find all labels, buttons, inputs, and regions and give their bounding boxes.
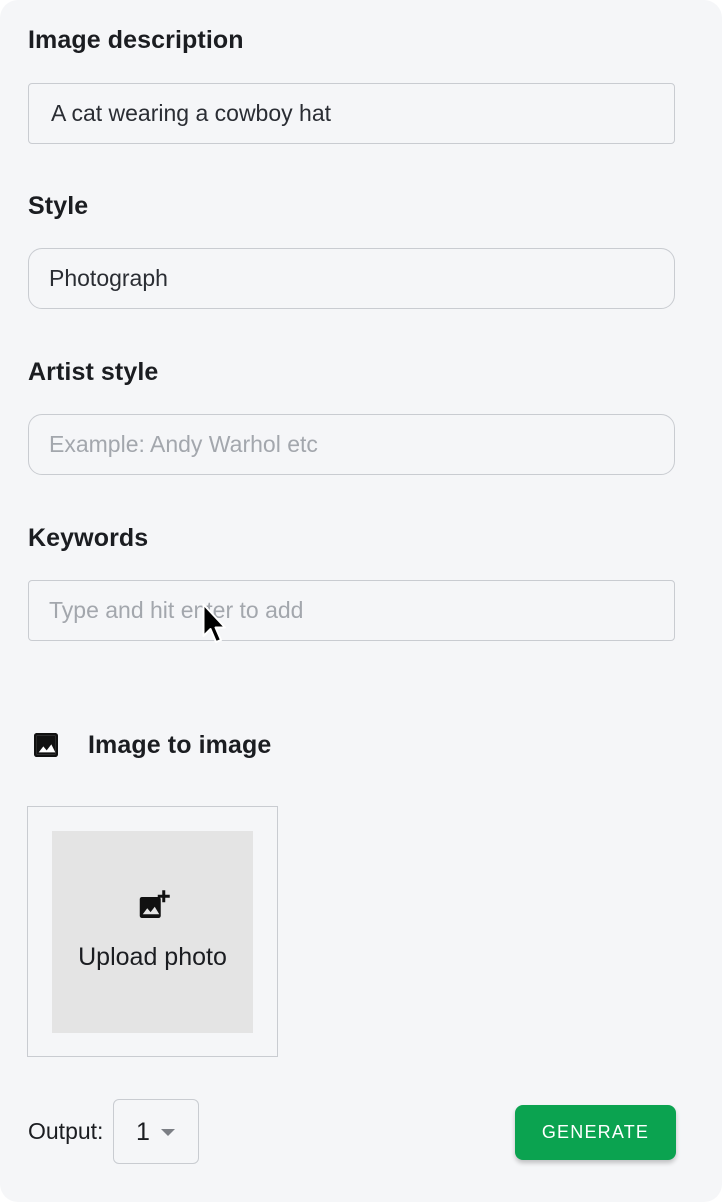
image-generator-panel: Image description Style Artist style Key… [0,0,722,1202]
image-description-input[interactable] [28,83,675,144]
output-count-select[interactable]: 1 [113,1099,199,1164]
output-label: Output: [28,1118,104,1144]
add-photo-icon [136,888,172,924]
image-to-image-title: Image to image [88,730,272,759]
image-icon [30,729,62,761]
artist-style-label: Artist style [28,358,159,386]
upload-photo-label: Upload photo [78,943,227,971]
output-count-value: 1 [136,1118,150,1146]
chevron-down-icon [161,1129,175,1136]
keywords-label: Keywords [28,524,149,552]
image-description-label: Image description [28,26,244,54]
image-to-image-header: Image to image [30,728,271,762]
style-label: Style [28,192,89,220]
generate-button[interactable]: GENERATE [515,1105,676,1160]
style-input[interactable] [28,248,675,309]
upload-photo-button[interactable]: Upload photo [52,831,253,1033]
keywords-input[interactable] [28,580,675,641]
artist-style-input[interactable] [28,414,675,475]
